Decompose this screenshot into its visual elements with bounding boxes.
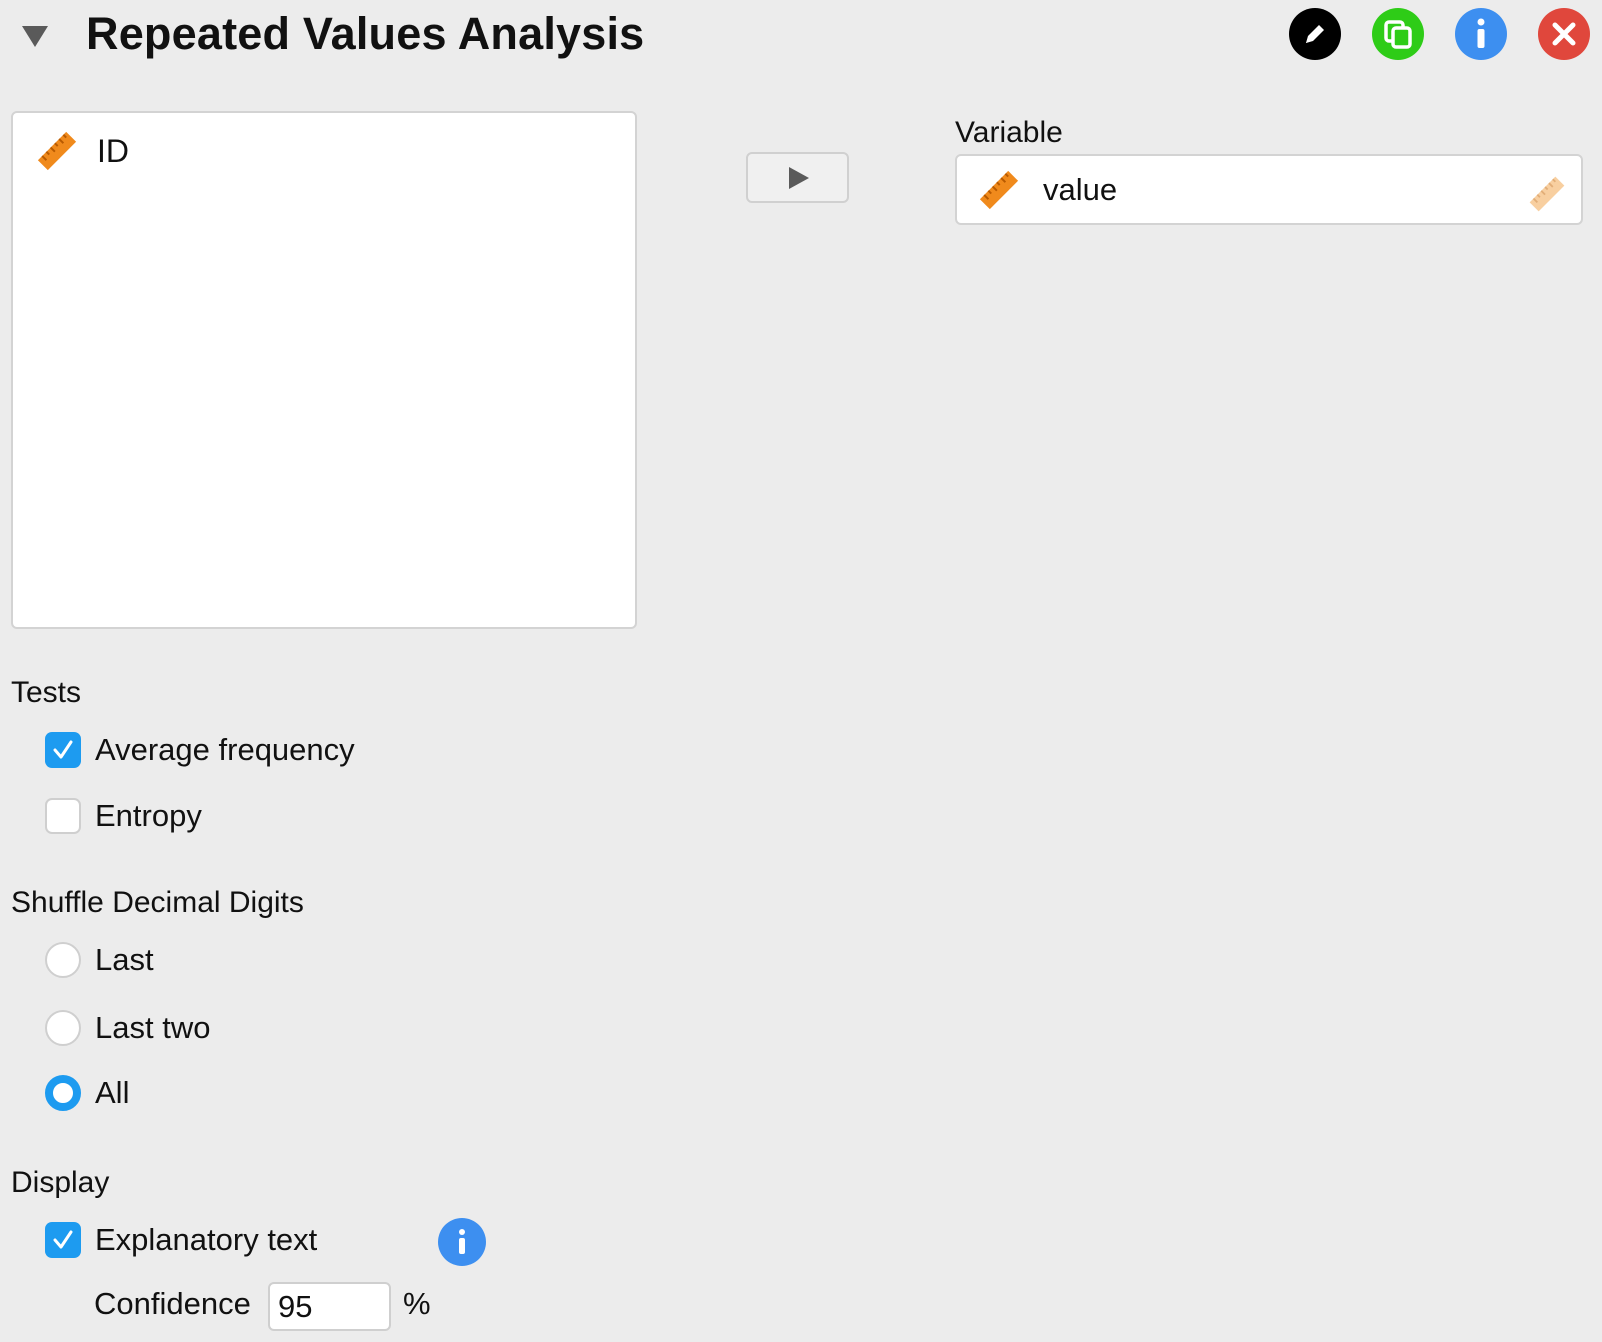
percent-unit: %	[403, 1286, 431, 1321]
shuffle-last-two-radio[interactable]: Last two	[45, 1010, 210, 1046]
close-analysis-button[interactable]	[1538, 8, 1590, 60]
tests-section-label: Tests	[11, 676, 82, 709]
option-label: Average frequency	[95, 732, 355, 767]
variable-drop-box[interactable]: value	[955, 154, 1583, 225]
info-icon	[459, 1229, 465, 1254]
radio-selected[interactable]	[45, 1075, 81, 1111]
info-icon	[1477, 18, 1485, 48]
close-icon	[1552, 22, 1576, 46]
assigned-variable[interactable]: value	[977, 168, 1117, 212]
checkmark-icon	[53, 740, 73, 759]
shuffle-all-radio[interactable]: All	[45, 1075, 129, 1111]
display-section-label: Display	[11, 1166, 110, 1199]
info-button[interactable]	[1455, 8, 1507, 60]
option-label: Last	[95, 942, 154, 977]
radio-unselected[interactable]	[45, 942, 81, 978]
average-frequency-checkbox[interactable]: Average frequency	[45, 732, 355, 768]
move-variable-button[interactable]	[746, 152, 849, 203]
play-arrow-icon	[788, 166, 809, 189]
scale-ruler-icon	[979, 170, 1019, 210]
explanatory-text-checkbox[interactable]: Explanatory text	[45, 1222, 317, 1258]
checkbox-checked[interactable]	[45, 1222, 81, 1258]
variable-label: ID	[97, 132, 129, 169]
available-variables-list[interactable]: ID	[11, 111, 637, 629]
duplicate-analysis-button[interactable]	[1372, 8, 1424, 60]
shuffle-last-radio[interactable]: Last	[45, 942, 154, 978]
scale-ruler-faded-icon	[1529, 176, 1565, 212]
confidence-label: Confidence	[94, 1286, 251, 1321]
radio-unselected[interactable]	[45, 1010, 81, 1046]
shuffle-section-label: Shuffle Decimal Digits	[11, 886, 304, 919]
variable-field-label: Variable	[955, 116, 1063, 149]
variable-label: value	[1043, 172, 1118, 207]
explanatory-text-info-button[interactable]	[438, 1218, 486, 1266]
list-item[interactable]: ID	[35, 129, 129, 173]
option-label: Explanatory text	[95, 1222, 318, 1257]
analysis-title: Repeated Values Analysis	[86, 8, 645, 59]
scale-ruler-icon	[37, 131, 77, 171]
confidence-input[interactable]	[268, 1282, 391, 1331]
option-label: Last two	[95, 1010, 211, 1045]
copy-icon	[1384, 20, 1412, 49]
checkbox-unchecked[interactable]	[45, 798, 81, 834]
option-label: All	[95, 1075, 130, 1110]
pencil-icon	[1306, 25, 1324, 43]
checkmark-icon	[53, 1230, 73, 1249]
option-label: Entropy	[95, 798, 202, 833]
edit-title-button[interactable]	[1289, 8, 1341, 60]
entropy-checkbox[interactable]: Entropy	[45, 798, 202, 834]
collapse-triangle-icon[interactable]	[20, 20, 50, 50]
checkbox-checked[interactable]	[45, 732, 81, 768]
